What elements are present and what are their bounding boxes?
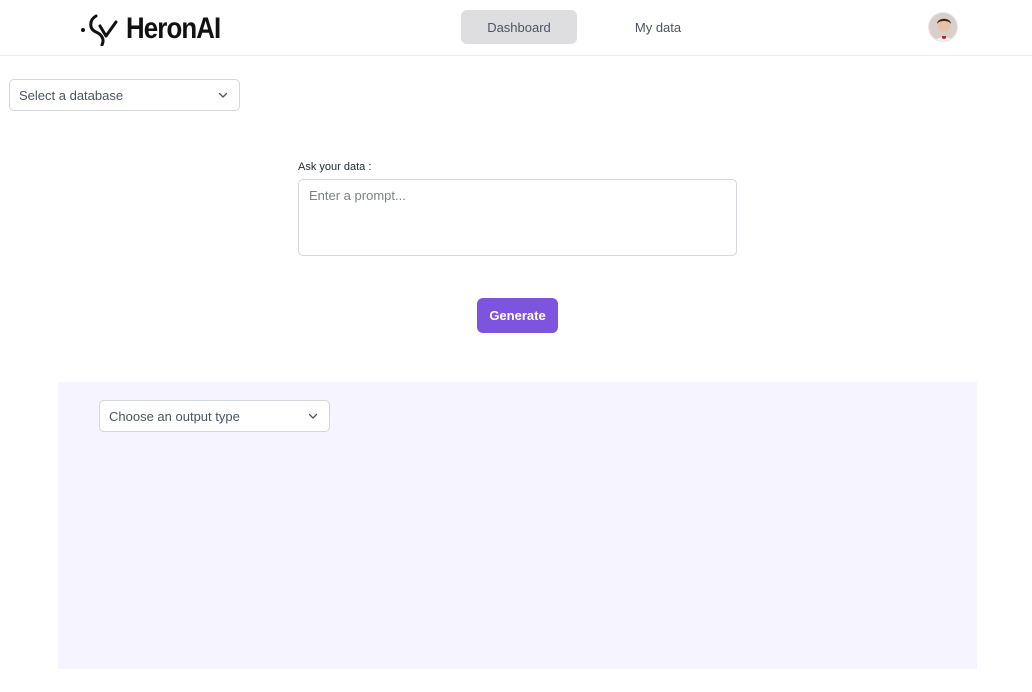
user-avatar[interactable] (928, 12, 958, 42)
prompt-label: Ask your data : (298, 161, 372, 173)
prompt-input[interactable] (298, 179, 737, 256)
brand-logo[interactable]: HeronAI (80, 12, 236, 46)
heron-logo-icon (81, 14, 118, 46)
database-select-placeholder: Select a database (19, 87, 124, 103)
nav-my-data-button[interactable]: My data (600, 10, 716, 44)
output-type-select[interactable]: Choose an output type (99, 400, 330, 432)
brand-name: HeronAI (126, 12, 221, 45)
output-panel: Choose an output type (58, 382, 977, 669)
nav-dashboard-button[interactable]: Dashboard (461, 10, 577, 44)
avatar-portrait-icon (929, 13, 957, 41)
chevron-down-icon (218, 92, 228, 98)
output-type-select-placeholder: Choose an output type (109, 408, 240, 424)
generate-button[interactable]: Generate (477, 298, 558, 333)
database-select[interactable]: Select a database (9, 79, 240, 111)
chevron-down-icon (308, 413, 318, 419)
top-header: HeronAI Dashboard My data (0, 0, 1032, 56)
